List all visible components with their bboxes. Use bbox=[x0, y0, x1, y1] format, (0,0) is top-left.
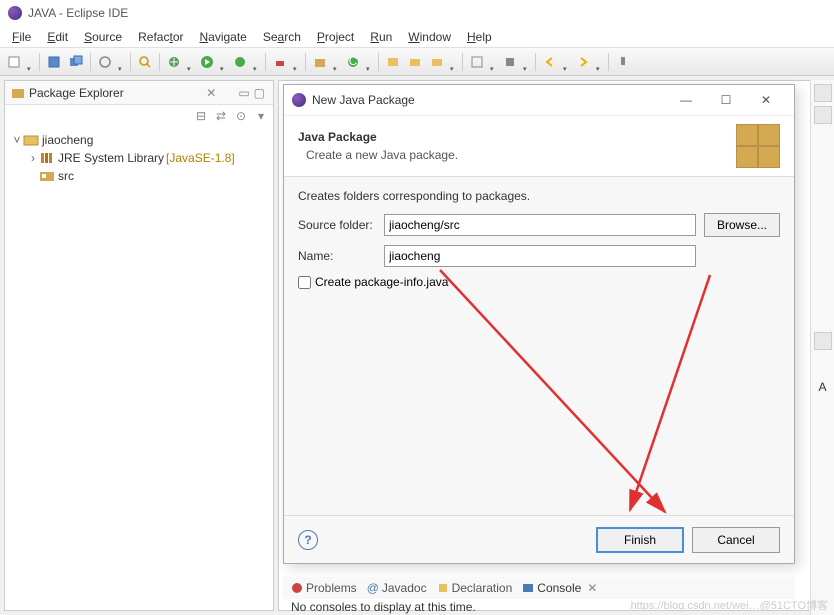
new-java-package-dialog: New Java Package — ☐ ✕ Java Package Crea… bbox=[283, 84, 795, 564]
dialog-body: Creates folders corresponding to package… bbox=[284, 177, 794, 515]
close-button[interactable]: ✕ bbox=[746, 88, 786, 112]
bottom-tab-bar: Problems @Javadoc Declaration Console✕ bbox=[283, 577, 795, 599]
dialog-title: New Java Package bbox=[312, 93, 666, 107]
build-icon[interactable] bbox=[500, 52, 520, 72]
menu-search[interactable]: Search bbox=[255, 28, 309, 46]
right-strip-letter: A bbox=[811, 380, 834, 394]
src-folder-label: src bbox=[58, 169, 74, 183]
minimap-icon[interactable] bbox=[814, 332, 832, 350]
focus-icon[interactable]: ⊙ bbox=[233, 108, 249, 124]
menu-project[interactable]: Project bbox=[309, 28, 362, 46]
browse-button[interactable]: Browse... bbox=[704, 213, 780, 237]
jre-library-node[interactable]: › JRE System Library [JavaSE-1.8] bbox=[7, 149, 271, 167]
dialog-footer: ? Finish Cancel bbox=[284, 515, 794, 563]
new-package-icon[interactable] bbox=[310, 52, 330, 72]
new-icon[interactable] bbox=[4, 52, 24, 72]
coverage-icon[interactable] bbox=[230, 52, 250, 72]
dialog-title-bar[interactable]: New Java Package — ☐ ✕ bbox=[284, 85, 794, 115]
menu-run[interactable]: Run bbox=[362, 28, 400, 46]
maximize-icon[interactable]: ▢ bbox=[254, 86, 265, 100]
project-tree: ˅ jiaocheng › JRE System Library [JavaSE… bbox=[5, 127, 273, 189]
search-icon[interactable] bbox=[135, 52, 155, 72]
package-banner-icon bbox=[736, 124, 780, 168]
save-all-icon[interactable] bbox=[66, 52, 86, 72]
package-explorer-title: Package Explorer bbox=[29, 86, 202, 100]
cancel-button[interactable]: Cancel bbox=[692, 527, 780, 553]
svg-text:C: C bbox=[349, 55, 358, 68]
open-task-icon[interactable] bbox=[383, 52, 403, 72]
project-icon bbox=[23, 132, 39, 148]
menu-navigate[interactable]: Navigate bbox=[191, 28, 254, 46]
folder-icon[interactable] bbox=[405, 52, 425, 72]
name-input[interactable] bbox=[384, 245, 696, 267]
eclipse-icon bbox=[8, 6, 22, 20]
menu-window[interactable]: Window bbox=[400, 28, 459, 46]
right-trim-bar: A bbox=[810, 80, 834, 615]
tab-javadoc[interactable]: @Javadoc bbox=[367, 581, 427, 595]
task-list-icon[interactable] bbox=[814, 106, 832, 124]
back-icon[interactable] bbox=[540, 52, 560, 72]
tab-problems[interactable]: Problems bbox=[291, 581, 357, 595]
debug-icon[interactable] bbox=[164, 52, 184, 72]
menu-refactor[interactable]: Refactor bbox=[130, 28, 191, 46]
open-type-icon[interactable] bbox=[95, 52, 115, 72]
outline-icon[interactable] bbox=[814, 84, 832, 102]
source-folder-label: Source folder: bbox=[298, 218, 384, 232]
banner-heading: Java Package bbox=[298, 130, 736, 144]
menu-file[interactable]: File bbox=[4, 28, 39, 46]
banner-description: Create a new Java package. bbox=[298, 148, 736, 162]
minimize-icon[interactable]: ▭ bbox=[238, 86, 249, 100]
create-package-info-checkbox[interactable] bbox=[298, 276, 311, 289]
minimize-button[interactable]: — bbox=[666, 88, 706, 112]
src-folder-icon bbox=[39, 168, 55, 184]
watermark: https://blog.csdn.net/wei…@51CTO博客 bbox=[631, 597, 828, 613]
create-package-info-label: Create package-info.java bbox=[315, 275, 448, 289]
menu-help[interactable]: Help bbox=[459, 28, 500, 46]
src-folder-node[interactable]: src bbox=[7, 167, 271, 185]
collapse-all-icon[interactable]: ⊟ bbox=[193, 108, 209, 124]
source-folder-input[interactable] bbox=[384, 214, 696, 236]
forward-icon[interactable] bbox=[573, 52, 593, 72]
maximize-button[interactable]: ☐ bbox=[706, 88, 746, 112]
main-toolbar: C bbox=[0, 48, 834, 76]
external-tools-icon[interactable] bbox=[270, 52, 290, 72]
menu-bar: File Edit Source Refactor Navigate Searc… bbox=[0, 26, 834, 48]
eclipse-icon bbox=[292, 93, 306, 107]
body-hint: Creates folders corresponding to package… bbox=[298, 189, 780, 203]
folder2-icon[interactable] bbox=[427, 52, 447, 72]
project-node[interactable]: ˅ jiaocheng bbox=[7, 131, 271, 149]
package-explorer-icon bbox=[11, 86, 25, 100]
menu-edit[interactable]: Edit bbox=[39, 28, 76, 46]
view-close-icon[interactable]: ✕ bbox=[206, 86, 216, 100]
finish-button[interactable]: Finish bbox=[596, 527, 684, 553]
console-message: No consoles to display at this time. bbox=[283, 599, 484, 615]
menu-source[interactable]: Source bbox=[76, 28, 130, 46]
perspective-icon[interactable] bbox=[467, 52, 487, 72]
tab-declaration[interactable]: Declaration bbox=[437, 581, 513, 595]
save-icon[interactable] bbox=[44, 52, 64, 72]
name-label: Name: bbox=[298, 249, 384, 263]
jre-decoration: [JavaSE-1.8] bbox=[166, 151, 235, 165]
run-icon[interactable] bbox=[197, 52, 217, 72]
project-label: jiaocheng bbox=[42, 133, 93, 147]
link-editor-icon[interactable]: ⇄ bbox=[213, 108, 229, 124]
window-title-bar: JAVA - Eclipse IDE bbox=[0, 0, 834, 26]
package-explorer-view: Package Explorer ✕ ▭ ▢ ⊟ ⇄ ⊙ ▾ ˅ jiaoche… bbox=[4, 80, 274, 611]
new-class-icon[interactable]: C bbox=[343, 52, 363, 72]
jre-library-label: JRE System Library bbox=[58, 151, 164, 165]
window-title: JAVA - Eclipse IDE bbox=[28, 6, 128, 20]
help-icon[interactable]: ? bbox=[298, 530, 318, 550]
pin-icon[interactable] bbox=[613, 52, 633, 72]
dialog-banner: Java Package Create a new Java package. bbox=[284, 115, 794, 177]
library-icon bbox=[39, 150, 55, 166]
tab-console[interactable]: Console✕ bbox=[522, 581, 597, 595]
view-menu-icon[interactable]: ▾ bbox=[253, 108, 269, 124]
